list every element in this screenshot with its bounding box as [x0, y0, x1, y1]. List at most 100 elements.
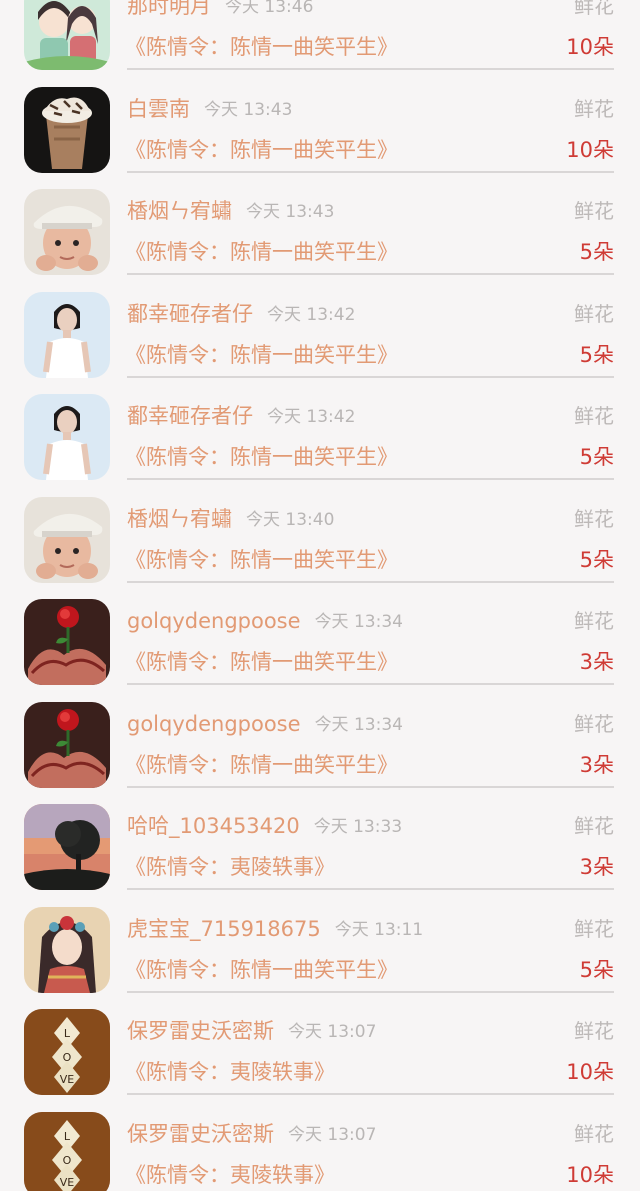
sender-name-text: ⁣楿烟ㄣ宥蟰 [127, 199, 232, 223]
sender-name-text: 虎宝宝_715918675 [127, 916, 321, 941]
timestamp: 今天 13:42 [267, 304, 356, 325]
timestamp: 今天 13:33 [313, 817, 403, 837]
sender-name-text: golqydengpoose [127, 609, 301, 633]
work-title-link[interactable]: 《陈情令：陈情一曲笑平生》 [125, 238, 398, 266]
sender-name-text: 保罗雷史沃密斯 [127, 1019, 274, 1043]
divider [127, 273, 614, 275]
work-title-link[interactable]: 《陈情令：陈情一曲笑平生》 [125, 648, 398, 676]
gift-record-row[interactable]: 虎宝宝_715918675 今天 13:11 鲜花 《陈情令：陈情一曲笑平生》 5… [0, 906, 640, 1010]
avatar[interactable] [24, 189, 110, 275]
gift-type: 鲜花 [574, 96, 614, 121]
gift-type: 鲜花 [574, 0, 614, 18]
divider [127, 170, 614, 173]
timestamp: 今天 13:46 [225, 0, 314, 17]
gift-amount: 10朵 [566, 1060, 614, 1084]
gift-record-row[interactable]: 那时明月 今天 13:46 鲜花 《陈情令：陈情一曲笑平生》 10朵 [0, 0, 640, 87]
avatar[interactable] [24, 291, 110, 378]
work-title-link[interactable]: 《陈情令：陈情一曲笑平生》 [125, 751, 398, 779]
avatar-image [24, 701, 110, 788]
work-title-link[interactable]: 《陈情令：陈情一曲笑平生》 [125, 33, 398, 61]
gift-type: 鲜花 [574, 404, 614, 428]
work-title-link[interactable]: 《陈情令：夷陵轶事》 [125, 853, 335, 881]
gift-record-row[interactable]: 鄱幸砸存者仔 今天 13:42 鲜花 《陈情令：陈情一曲笑平生》 5朵 [0, 394, 640, 497]
sender-name-text: 鄱幸砸存者仔 [127, 404, 253, 428]
avatar[interactable] [24, 0, 110, 70]
avatar[interactable] [24, 906, 110, 993]
svg-text:O: O [63, 1154, 72, 1167]
work-title-link[interactable]: 《陈情令：陈情一曲笑平生》 [125, 136, 398, 164]
gift-record-list[interactable]: 那时明月 今天 13:46 鲜花 《陈情令：陈情一曲笑平生》 10朵 白雲南 今天 … [0, 0, 640, 1191]
sender-name[interactable]: golqydengpoose 今天 13:34 [127, 711, 403, 738]
gift-type: 鲜花 [574, 711, 614, 736]
sender-name-text: 鄱幸砸存者仔 [127, 301, 253, 326]
sender-name[interactable]: 那时明月 今天 13:46 [127, 0, 313, 20]
timestamp: 今天 13:34 [314, 714, 403, 735]
avatar-image [24, 0, 110, 70]
svg-text:O: O [63, 1051, 72, 1064]
work-title-link[interactable]: 《陈情令：陈情一曲笑平生》 [125, 546, 398, 574]
avatar[interactable] [24, 496, 110, 583]
divider [127, 888, 614, 890]
avatar-image [24, 86, 110, 173]
svg-text:VE: VE [60, 1176, 75, 1189]
gift-amount: 3朵 [579, 650, 614, 674]
gift-record-row[interactable]: 哈哈_103453420 今天 13:33 鲜花 《陈情令：夷陵轶事》 3朵 [0, 804, 640, 907]
gift-record-row[interactable]: golqydengpoose 今天 13:34 鲜花 《陈情令：陈情一曲笑平生》 … [0, 701, 640, 805]
gift-amount: 5朵 [579, 547, 614, 572]
work-title-link[interactable]: 《陈情令：陈情一曲笑平生》 [125, 956, 398, 984]
svg-text:VE: VE [60, 1073, 75, 1086]
avatar[interactable] [24, 86, 110, 173]
sender-name-text: 保罗雷史沃密斯 [127, 1121, 274, 1146]
gift-type: 鲜花 [574, 1121, 614, 1146]
gift-amount: 5朵 [579, 957, 614, 982]
sender-name[interactable]: 鄱幸砸存者仔 今天 13:42 [127, 301, 355, 328]
avatar[interactable] [24, 394, 110, 480]
sender-name[interactable]: 鄱幸砸存者仔 今天 13:42 [127, 403, 355, 430]
avatar[interactable]: L O VE [24, 1111, 110, 1191]
work-title-link[interactable]: 《陈情令：夷陵轶事》 [125, 1058, 335, 1086]
sender-name[interactable]: 白雲南 今天 13:43 [127, 96, 292, 123]
divider [127, 580, 614, 583]
sender-name[interactable]: golqydengpoose 今天 13:34 [127, 608, 403, 635]
avatar-image [24, 496, 110, 583]
gift-record-row[interactable]: L O VE 保罗雷史沃密斯 今天 13:07 鲜花 《陈情令：夷陵轶事》 10朵 [0, 1111, 640, 1191]
sender-name[interactable]: ⁣楿烟ㄣ宥蟰 今天 13:40 [127, 506, 334, 533]
avatar[interactable]: L O VE [24, 1009, 110, 1095]
gift-record-row[interactable]: L O VE 保罗雷史沃密斯 今天 13:07 鲜花 《陈情令：夷陵轶事》 10朵 [0, 1009, 640, 1112]
avatar[interactable] [24, 599, 110, 685]
gift-record-row[interactable]: 白雲南 今天 13:43 鲜花 《陈情令：陈情一曲笑平生》 10朵 [0, 86, 640, 190]
avatar[interactable] [24, 804, 110, 890]
gift-record-row[interactable]: ⁣楿烟ㄣ宥蟰 今天 13:43 鲜花 《陈情令：陈情一曲笑平生》 5朵 [0, 189, 640, 292]
divider [127, 375, 614, 378]
sender-name-text: 哈哈_103453420 [127, 814, 300, 838]
divider [127, 68, 614, 70]
sender-name[interactable]: 哈哈_103453420 今天 13:33 [127, 813, 402, 840]
sender-name-text: golqydengpoose [127, 711, 301, 736]
avatar-image: L O VE [24, 1009, 110, 1095]
gift-amount: 5朵 [579, 445, 614, 469]
sender-name[interactable]: ⁣楿烟ㄣ宥蟰 今天 13:43 [127, 198, 334, 225]
timestamp: 今天 13:42 [267, 407, 356, 427]
work-title-link[interactable]: 《陈情令：陈情一曲笑平生》 [125, 443, 398, 471]
divider [127, 478, 614, 480]
sender-name[interactable]: 虎宝宝_715918675 今天 13:11 [127, 916, 423, 943]
timestamp: 今天 13:07 [288, 1124, 377, 1145]
sender-name[interactable]: 保罗雷史沃密斯 今天 13:07 [127, 1018, 376, 1045]
sender-name[interactable]: 保罗雷史沃密斯 今天 13:07 [127, 1121, 376, 1148]
avatar-image: L O VE [24, 1111, 110, 1191]
divider [127, 990, 614, 993]
divider [127, 785, 614, 788]
gift-amount: 10朵 [566, 35, 614, 59]
gift-record-row[interactable]: ⁣楿烟ㄣ宥蟰 今天 13:40 鲜花 《陈情令：陈情一曲笑平生》 5朵 [0, 496, 640, 600]
work-title-link[interactable]: 《陈情令：夷陵轶事》 [125, 1161, 335, 1189]
divider [127, 683, 614, 685]
gift-record-row[interactable]: 鄱幸砸存者仔 今天 13:42 鲜花 《陈情令：陈情一曲笑平生》 5朵 [0, 291, 640, 395]
gift-amount: 10朵 [566, 137, 614, 162]
work-title-link[interactable]: 《陈情令：陈情一曲笑平生》 [125, 341, 398, 369]
gift-amount: 10朵 [566, 1162, 614, 1187]
timestamp: 今天 13:11 [334, 919, 424, 940]
avatar[interactable] [24, 701, 110, 788]
gift-record-row[interactable]: golqydengpoose 今天 13:34 鲜花 《陈情令：陈情一曲笑平生》 … [0, 599, 640, 702]
svg-text:L: L [64, 1130, 71, 1143]
sender-name-text: 白雲南 [127, 96, 190, 121]
